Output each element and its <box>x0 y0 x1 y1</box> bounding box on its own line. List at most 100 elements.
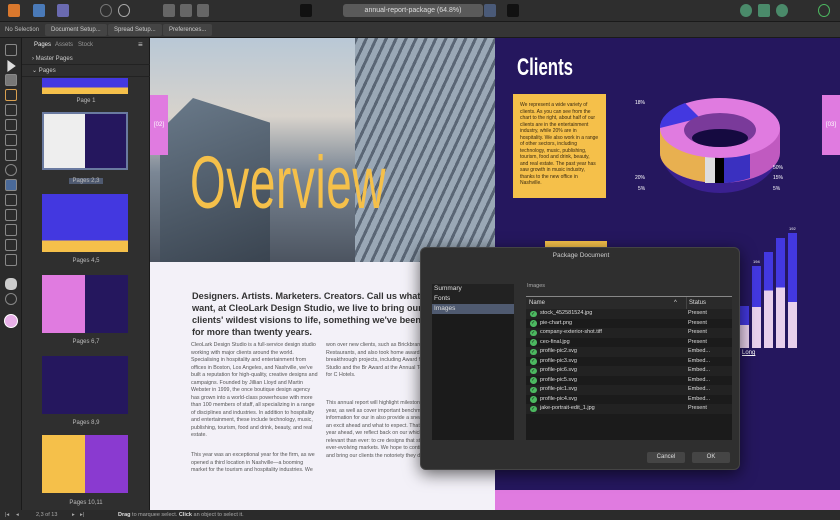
table-row[interactable]: ✓profile-pic3.svgEmbed... <box>526 357 732 367</box>
table-row[interactable]: ✓jake-portrait-edit_1.jpgPresent <box>526 404 732 414</box>
picture-frame-tool-icon[interactable] <box>5 149 17 161</box>
preferences-button[interactable]: Preferences... <box>163 24 212 36</box>
view-mode-icon[interactable] <box>163 4 175 17</box>
text-frame-icon[interactable] <box>484 4 496 17</box>
transparency-tool-icon[interactable] <box>5 194 17 206</box>
last-page-icon[interactable]: ▸| <box>80 510 84 520</box>
panel-menu-icon[interactable]: ≡ <box>138 40 143 49</box>
zoom-tool-icon[interactable] <box>5 293 17 305</box>
fill-color-swatch[interactable] <box>4 314 18 328</box>
clients-text-box: We represent a wide variety of clients. … <box>513 94 606 198</box>
page-indicator: 2,3 of 13 <box>36 510 57 520</box>
pie-label: 5% <box>773 186 780 192</box>
page-thumbnail[interactable] <box>42 78 128 94</box>
page-thumbnail[interactable] <box>42 194 128 252</box>
fill-tool-icon[interactable] <box>5 224 17 236</box>
color-picker-tool-icon[interactable] <box>5 254 17 266</box>
crop-tool-icon[interactable] <box>5 209 17 221</box>
photo-persona-icon[interactable] <box>57 4 69 17</box>
page-thumbnail[interactable] <box>42 435 128 493</box>
place-image-tool-icon[interactable] <box>5 179 17 191</box>
ellipse-frame-tool-icon[interactable] <box>5 164 17 176</box>
master-pages-row[interactable]: › Master Pages <box>22 53 150 65</box>
bleed-icon[interactable] <box>197 4 209 17</box>
overview-title: Overview <box>190 146 386 220</box>
hand-tool-icon[interactable] <box>5 278 17 290</box>
hint-click: Click <box>179 512 192 518</box>
file-status: Embed... <box>688 366 710 376</box>
nav-images[interactable]: Images <box>432 304 514 314</box>
prev-page-icon[interactable]: ◂ <box>16 510 19 520</box>
nav-summary[interactable]: Summary <box>432 284 514 294</box>
tab-assets[interactable]: Assets <box>55 42 73 48</box>
table-row[interactable]: ✓profile-pic1.svgEmbed... <box>526 385 732 395</box>
file-status: Present <box>688 338 707 348</box>
bar <box>764 252 773 348</box>
tab-pages[interactable]: Pages <box>34 42 51 48</box>
boolean-subtract-icon[interactable] <box>758 4 770 17</box>
pink-footer-strip <box>495 490 840 510</box>
user-icon[interactable] <box>818 4 830 17</box>
table-tool-icon[interactable] <box>5 74 17 86</box>
next-page-icon[interactable]: ▸ <box>72 510 75 520</box>
column-name[interactable]: Name <box>529 297 545 309</box>
color-picker-icon[interactable] <box>507 4 519 17</box>
table-row[interactable]: ✓pie-chart.pngPresent <box>526 319 732 329</box>
boolean-add-icon[interactable] <box>740 4 752 17</box>
file-name: profile-pic3.svg <box>540 357 577 367</box>
preview-icon[interactable] <box>180 4 192 17</box>
nav-fonts[interactable]: Fonts <box>432 294 514 304</box>
move-tool-icon[interactable] <box>5 44 17 56</box>
table-row[interactable]: ✓profile-pic4.svgEmbed... <box>526 395 732 405</box>
sort-ascending-icon[interactable]: ^ <box>674 297 677 309</box>
thumbnail-label: Pages 10,11 <box>22 500 150 506</box>
document-setup-button[interactable]: Document Setup... <box>45 24 107 36</box>
table-row[interactable]: ✓stock_452581524.jpgPresent <box>526 309 732 319</box>
tab-stock[interactable]: Stock <box>78 42 93 48</box>
column-status[interactable]: Status <box>686 297 706 309</box>
table-row[interactable]: ✓profile-pic5.svgEmbed... <box>526 376 732 386</box>
images-section-label: Images <box>527 283 545 289</box>
rectangle-tool-icon[interactable] <box>5 134 17 146</box>
check-icon: ✓ <box>530 349 537 356</box>
table-row[interactable]: ✓profile-pic6.svgEmbed... <box>526 366 732 376</box>
designer-persona-icon[interactable] <box>33 4 45 17</box>
gear-icon[interactable] <box>118 4 130 17</box>
publisher-persona-icon[interactable] <box>8 4 20 17</box>
file-name: jake-portrait-edit_1.jpg <box>540 404 595 414</box>
table-header: Name ^ Status <box>526 297 732 309</box>
snapping-icon[interactable] <box>300 4 312 17</box>
file-name: ceo-final.jpg <box>540 338 570 348</box>
page-thumbnail[interactable] <box>42 356 128 414</box>
pages-row[interactable]: ⌄ Pages <box>22 65 150 77</box>
bar <box>788 233 797 348</box>
artistic-text-tool-icon[interactable] <box>5 104 17 116</box>
pen-tool-icon[interactable] <box>5 119 17 131</box>
tools-panel <box>0 38 22 510</box>
check-icon: ✓ <box>530 396 537 403</box>
node-tool-icon[interactable] <box>5 60 17 72</box>
ok-button[interactable]: OK <box>692 452 730 463</box>
table-row[interactable]: ✓profile-pic2.svgEmbed... <box>526 347 732 357</box>
thumbnail-label: Pages 6,7 <box>22 339 150 345</box>
table-row[interactable]: ✓company-exterior-shot.tiffPresent <box>526 328 732 338</box>
bar-chart-link[interactable]: Long <box>742 350 755 356</box>
table-row[interactable]: ✓ceo-final.jpgPresent <box>526 338 732 348</box>
pie-label: 5% <box>638 186 645 192</box>
boolean-intersect-icon[interactable] <box>776 4 788 17</box>
hint-drag: Drag <box>118 512 131 518</box>
spread-setup-button[interactable]: Spread Setup... <box>108 24 162 36</box>
page-thumbnail-selected[interactable] <box>42 112 128 170</box>
first-page-icon[interactable]: |◂ <box>5 510 9 520</box>
pie-slice-white <box>705 156 715 183</box>
page-thumbnail[interactable] <box>42 275 128 333</box>
file-status: Embed... <box>688 385 710 395</box>
file-name: profile-pic4.svg <box>540 395 577 405</box>
vector-brush-icon[interactable] <box>5 239 17 251</box>
master-pages-label: Master Pages <box>36 56 73 62</box>
document-title[interactable]: annual-report-package (64.8%) <box>343 4 483 17</box>
settings-icon[interactable] <box>100 4 112 17</box>
status-bar: |◂ ◂ 2,3 of 13 ▸ ▸| Drag to marquee sele… <box>0 510 840 520</box>
frame-text-tool-icon[interactable] <box>5 89 17 101</box>
cancel-button[interactable]: Cancel <box>647 452 685 463</box>
